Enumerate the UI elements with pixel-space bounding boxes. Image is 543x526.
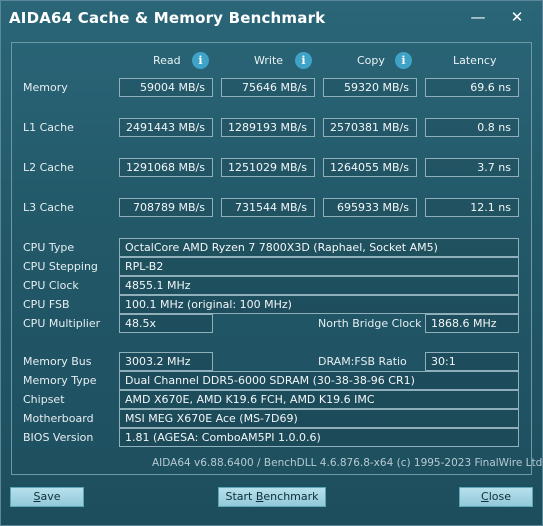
header-write: Write <box>254 54 284 67</box>
cpu-fsb-value: 100.1 MHz (original: 100 MHz) <box>119 295 519 314</box>
memory-read-value: 59004 MB/s <box>119 78 213 97</box>
cpu-clock-value: 4855.1 MHz <box>119 276 519 295</box>
header-copy: Copy <box>357 54 385 67</box>
cpu-fsb-label: CPU FSB <box>23 298 70 311</box>
l1-latency-value: 0.8 ns <box>425 118 519 137</box>
nb-clock-value: 1868.6 MHz <box>425 314 519 333</box>
row-label-l3: L3 Cache <box>23 201 74 214</box>
memory-type-value: Dual Channel DDR5-6000 SDRAM (30-38-38-9… <box>119 371 519 390</box>
l1-copy-value: 2570381 MB/s <box>323 118 417 137</box>
close-button-label: lose <box>488 490 511 503</box>
nb-clock-label: North Bridge Clock <box>318 317 422 330</box>
l3-write-value: 731544 MB/s <box>221 198 315 217</box>
minimize-icon[interactable]: — <box>467 7 489 27</box>
chipset-label: Chipset <box>23 393 65 406</box>
cpu-multiplier-label: CPU Multiplier <box>23 317 101 330</box>
l3-copy-value: 695933 MB/s <box>323 198 417 217</box>
cpu-type-value: OctalCore AMD Ryzen 7 7800X3D (Raphael, … <box>119 238 519 257</box>
memory-type-label: Memory Type <box>23 374 97 387</box>
motherboard-value: MSI MEG X670E Ace (MS-7D69) <box>119 409 519 428</box>
l3-latency-value: 12.1 ns <box>425 198 519 217</box>
dram-fsb-ratio-label: DRAM:FSB Ratio <box>318 355 407 368</box>
cpu-clock-label: CPU Clock <box>23 279 79 292</box>
start-benchmark-button[interactable]: Start Benchmark <box>218 487 326 507</box>
l2-latency-value: 3.7 ns <box>425 158 519 177</box>
chipset-value: AMD X670E, AMD K19.6 FCH, AMD K19.6 IMC <box>119 390 519 409</box>
bios-version-label: BIOS Version <box>23 431 94 444</box>
row-label-memory: Memory <box>23 81 68 94</box>
benchmark-window: AIDA64 Cache & Memory Benchmark — ✕ Read… <box>0 0 543 526</box>
close-window-icon[interactable]: ✕ <box>506 7 528 27</box>
start-button-label-pre: Start <box>225 490 256 503</box>
memory-latency-value: 69.6 ns <box>425 78 519 97</box>
row-label-l2: L2 Cache <box>23 161 74 174</box>
motherboard-label: Motherboard <box>23 412 94 425</box>
row-label-l1: L1 Cache <box>23 121 74 134</box>
version-info: AIDA64 v6.88.6400 / BenchDLL 4.6.876.8-x… <box>152 457 543 469</box>
read-info-icon[interactable]: i <box>192 52 209 69</box>
write-info-icon[interactable]: i <box>295 52 312 69</box>
l1-read-value: 2491443 MB/s <box>119 118 213 137</box>
cpu-stepping-value: RPL-B2 <box>119 257 519 276</box>
cpu-multiplier-value: 48.5x <box>119 314 213 333</box>
cpu-stepping-label: CPU Stepping <box>23 260 98 273</box>
title-bar: AIDA64 Cache & Memory Benchmark — ✕ <box>1 1 542 35</box>
close-button[interactable]: Close <box>459 487 533 507</box>
bios-version-value: 1.81 (AGESA: ComboAM5PI 1.0.0.6) <box>119 428 519 447</box>
l2-copy-value: 1264055 MB/s <box>323 158 417 177</box>
save-button-label: ave <box>40 490 61 503</box>
l1-write-value: 1289193 MB/s <box>221 118 315 137</box>
header-read: Read <box>153 54 181 67</box>
memory-write-value: 75646 MB/s <box>221 78 315 97</box>
cpu-type-label: CPU Type <box>23 241 75 254</box>
memory-copy-value: 59320 MB/s <box>323 78 417 97</box>
header-latency: Latency <box>453 54 497 67</box>
window-title: AIDA64 Cache & Memory Benchmark <box>9 9 326 27</box>
start-button-label-rest: enchmark <box>263 490 319 503</box>
l2-read-value: 1291068 MB/s <box>119 158 213 177</box>
close-mnemonic: C <box>481 490 489 503</box>
dram-fsb-ratio-value: 30:1 <box>425 352 519 371</box>
memory-bus-label: Memory Bus <box>23 355 92 368</box>
save-button[interactable]: Save <box>10 487 84 507</box>
memory-bus-value: 3003.2 MHz <box>119 352 213 371</box>
copy-info-icon[interactable]: i <box>395 52 412 69</box>
l2-write-value: 1251029 MB/s <box>221 158 315 177</box>
l3-read-value: 708789 MB/s <box>119 198 213 217</box>
